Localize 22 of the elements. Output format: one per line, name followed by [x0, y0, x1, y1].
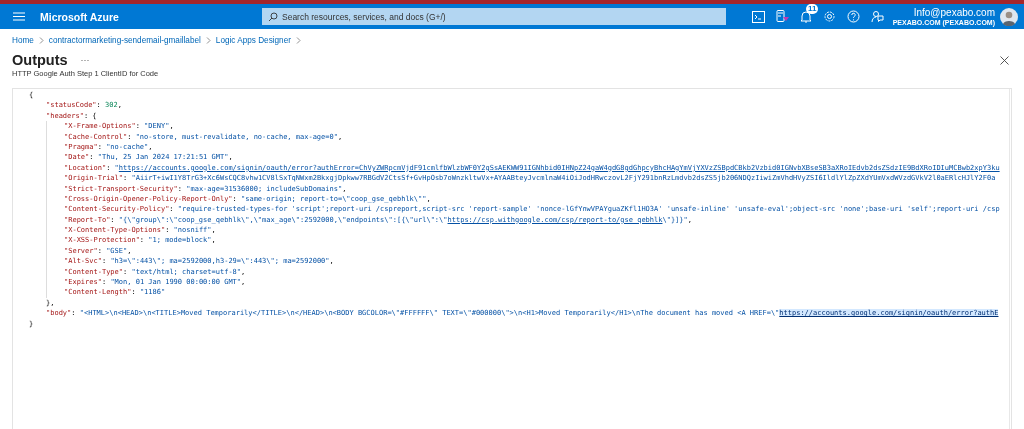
search-icon — [268, 11, 278, 22]
terminal-icon[interactable] — [752, 10, 765, 23]
avatar-icon[interactable] — [1000, 7, 1018, 26]
breadcrumb-link[interactable]: Home — [12, 36, 34, 45]
chevron-icon — [38, 37, 44, 44]
chevron-icon — [205, 37, 211, 44]
close-icon[interactable] — [1000, 55, 1009, 65]
settings-icon[interactable] — [823, 10, 836, 23]
breadcrumb-link[interactable]: Logic Apps Designer — [215, 36, 291, 45]
account-email[interactable]: Info@pexabo.com — [913, 7, 995, 18]
breadcrumb-link[interactable]: contractormarketing-sendemail-gmaillabel — [48, 36, 201, 45]
chevron-icon — [295, 37, 301, 44]
feedback-icon[interactable] — [871, 10, 884, 23]
search-field[interactable]: Search resources, services, and docs (G+/) — [262, 8, 726, 25]
notification-count: 11 — [806, 4, 819, 14]
panel-title: Outputs — [12, 52, 68, 68]
brand-name[interactable]: Microsoft Azure — [40, 10, 262, 23]
more-button[interactable]: ··· — [77, 55, 93, 65]
bell-icon[interactable] — [800, 10, 812, 23]
menu-icon[interactable] — [13, 12, 25, 21]
directory-filter-icon[interactable] — [776, 10, 789, 23]
help-icon[interactable] — [847, 10, 860, 23]
